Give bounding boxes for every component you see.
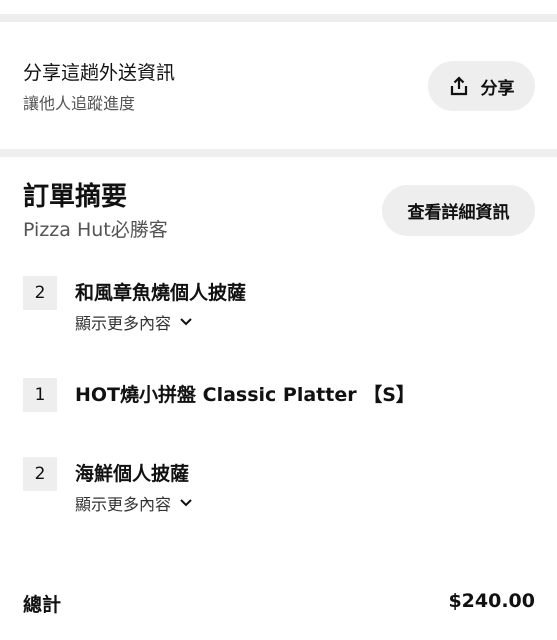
share-button-label: 分享 [480, 78, 515, 99]
item-name: 和風章魚燒個人披薩 [75, 282, 247, 304]
share-button[interactable]: 分享 [428, 61, 535, 111]
share-subtitle: 讓他人追蹤進度 [23, 94, 136, 113]
total-value: $240.00 [448, 590, 535, 612]
item-quantity: 1 [23, 378, 57, 412]
chevron-down-icon [180, 499, 192, 507]
show-more-toggle[interactable]: 顯示更多內容 [75, 310, 193, 334]
view-details-button[interactable]: 查看詳細資訊 [382, 185, 535, 236]
item-quantity: 2 [23, 276, 57, 310]
total-label: 總計 [23, 594, 62, 616]
share-icon [450, 76, 467, 96]
item-name: 海鮮個人披薩 [75, 463, 190, 485]
section-divider [0, 149, 557, 157]
show-more-toggle[interactable]: 顯示更多內容 [75, 491, 193, 515]
show-more-label: 顯示更多內容 [75, 495, 172, 514]
restaurant-name: Pizza Hut必勝客 [23, 219, 168, 241]
show-more-label: 顯示更多內容 [75, 314, 172, 333]
top-divider [0, 14, 557, 22]
item-name: HOT燒小拼盤 Classic Platter 【S】 [75, 384, 415, 406]
share-title: 分享這趟外送資訊 [23, 62, 176, 84]
order-summary-title: 訂單摘要 [23, 182, 128, 212]
chevron-down-icon [180, 318, 192, 326]
item-quantity: 2 [23, 457, 57, 491]
